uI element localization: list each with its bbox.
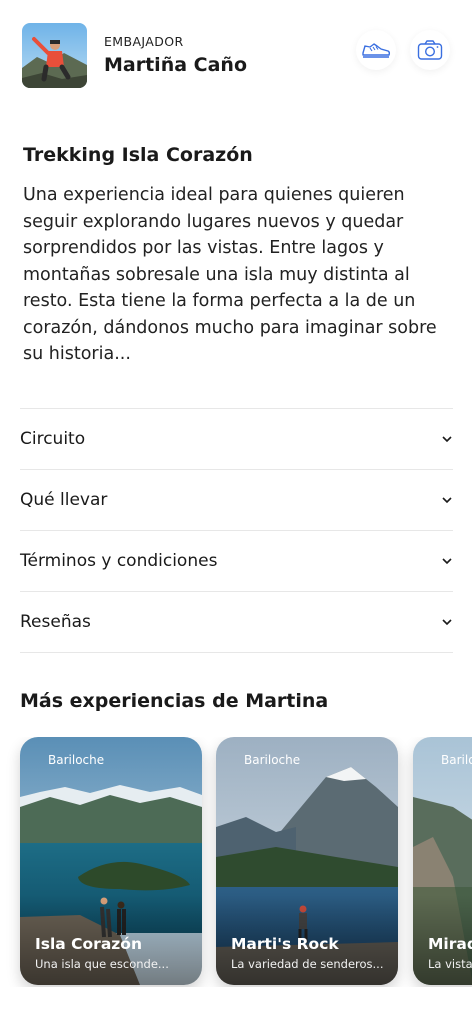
accordion-resenas[interactable]: Reseñas — [20, 591, 453, 653]
experience-card[interactable]: Bariloche Isla Corazón Una isla que esco… — [20, 737, 202, 985]
chevron-down-icon — [442, 497, 452, 504]
chevron-down-icon — [442, 558, 452, 565]
more-experiences-title: Más experiencias de Martina — [20, 690, 329, 712]
card-subtitle: Una isla que esconde... — [35, 957, 169, 971]
card-subtitle: La variedad de senderos... — [231, 957, 384, 971]
accordion-label: Términos y condiciones — [20, 551, 218, 571]
camera-icon — [417, 40, 443, 60]
role-label: EMBAJADOR — [104, 34, 184, 49]
chevron-down-icon — [442, 619, 452, 626]
accordion-label: Circuito — [20, 429, 86, 449]
accordion-label: Reseñas — [20, 612, 91, 632]
experience-card[interactable]: Bariloche Mirador La vista... — [413, 737, 472, 985]
accordion-label: Qué llevar — [20, 490, 108, 510]
card-title: Mirador — [428, 935, 472, 953]
ambassador-avatar[interactable] — [22, 23, 87, 88]
card-location: Bariloche — [244, 753, 301, 767]
profile-header: EMBAJADOR Martiña Caño — [0, 0, 472, 110]
sneaker-button[interactable] — [356, 30, 396, 70]
accordion-terminos[interactable]: Términos y condiciones — [20, 530, 453, 591]
chevron-down-icon — [442, 436, 452, 443]
info-accordion: Circuito Qué llevar Términos y condicion… — [20, 408, 453, 653]
card-subtitle: La vista... — [428, 957, 472, 971]
card-location: Bariloche — [48, 753, 105, 767]
sneaker-icon — [362, 43, 391, 58]
ambassador-name: Martiña Caño — [104, 54, 248, 76]
card-location: Bariloche — [441, 753, 472, 767]
accordion-circuito[interactable]: Circuito — [20, 408, 453, 469]
card-title: Marti's Rock — [231, 935, 339, 953]
camera-button[interactable] — [410, 30, 450, 70]
accordion-que-llevar[interactable]: Qué llevar — [20, 469, 453, 530]
experience-title: Trekking Isla Corazón — [23, 144, 253, 166]
experience-description: Una experiencia ideal para quienes quier… — [23, 185, 437, 364]
card-title: Isla Corazón — [35, 935, 142, 953]
experience-carousel[interactable]: Bariloche Isla Corazón Una isla que esco… — [0, 737, 472, 987]
experience-card[interactable]: Bariloche Marti's Rock La variedad de se… — [216, 737, 398, 985]
